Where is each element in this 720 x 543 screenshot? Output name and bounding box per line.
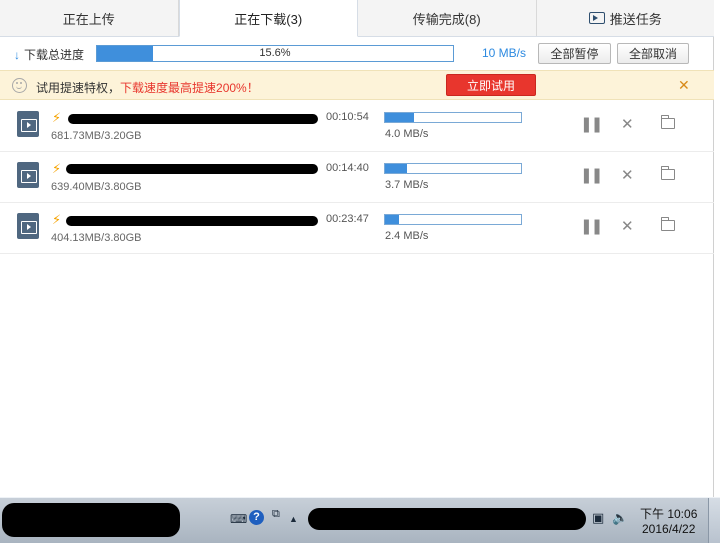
total-progress-text: 下载总进度 xyxy=(24,48,85,62)
tab-label: 传输完成(8) xyxy=(412,11,481,27)
item-progress-fill xyxy=(385,215,399,224)
folder-icon[interactable] xyxy=(660,166,675,180)
total-speed: 10 MB/s xyxy=(482,46,527,60)
item-progress-bar xyxy=(384,112,522,123)
folder-icon[interactable] xyxy=(660,115,675,129)
smiley-icon xyxy=(12,78,27,93)
item-progress-bar xyxy=(384,163,522,174)
cancel-all-button[interactable]: 全部取消 xyxy=(617,43,689,64)
promo-text: 试用提速特权，下载速度最高提速200%！ xyxy=(36,79,259,96)
tab-label: 正在下载(3) xyxy=(234,11,303,27)
item-speed: 2.4 MB/s xyxy=(385,230,429,242)
clock-date[interactable]: 2016/4/22 xyxy=(642,522,695,536)
file-name-redacted xyxy=(64,110,319,126)
download-arrow-icon: ↓ xyxy=(14,48,20,62)
network-sync-icon[interactable]: ⧉ xyxy=(272,508,280,521)
try-now-button[interactable]: 立即试用 xyxy=(446,74,536,96)
tab-bar: 正在上传 正在下载(3) 传输完成(8) 推送任务 xyxy=(0,0,714,37)
item-progress-fill xyxy=(385,113,414,122)
tab-uploading[interactable]: 正在上传 xyxy=(0,0,179,36)
show-hidden-icons-icon[interactable]: ▲ xyxy=(289,514,298,524)
lightning-icon: ⚡ xyxy=(52,161,62,176)
clock-time[interactable]: 下午 10:06 xyxy=(640,505,697,522)
volume-icon[interactable]: 🔈 xyxy=(612,510,628,526)
file-size-progress: 639.40MB/3.80GB xyxy=(51,181,142,193)
time-remaining: 00:10:54 xyxy=(326,111,369,123)
video-file-icon xyxy=(17,213,39,239)
time-remaining: 00:14:40 xyxy=(326,162,369,174)
tab-completed[interactable]: 传输完成(8) xyxy=(358,0,537,36)
tab-label: 正在上传 xyxy=(62,11,115,27)
delete-icon[interactable]: ✕ xyxy=(621,217,634,235)
windows-taskbar: ⌨ ? ⧉ ▲ ▣ 🔈 下午 10:06 2016/4/22 xyxy=(0,497,720,543)
time-remaining: 00:23:47 xyxy=(326,213,369,225)
total-progress-bar: 15.6% xyxy=(96,45,454,62)
total-progress-percent: 15.6% xyxy=(259,47,291,59)
network-icon[interactable]: ▣ xyxy=(592,510,604,526)
screen-play-icon xyxy=(588,12,605,24)
tab-downloading[interactable]: 正在下载(3) xyxy=(178,0,358,37)
video-file-icon xyxy=(17,162,39,188)
tab-label: 推送任务 xyxy=(609,11,662,27)
delete-icon[interactable]: ✕ xyxy=(621,166,634,184)
item-progress-bar xyxy=(384,214,522,225)
redaction-mark xyxy=(2,503,180,537)
item-speed: 4.0 MB/s xyxy=(385,128,429,140)
file-name-redacted xyxy=(64,161,319,177)
folder-icon[interactable] xyxy=(660,217,675,231)
keyboard-icon[interactable]: ⌨ xyxy=(230,512,247,526)
file-size-progress: 404.13MB/3.80GB xyxy=(51,232,142,244)
file-name-redacted xyxy=(64,212,319,228)
lightning-icon: ⚡ xyxy=(52,110,62,125)
redaction-mark xyxy=(68,114,318,124)
promo-text-plain: 试用提速特权， xyxy=(36,81,121,95)
redaction-mark xyxy=(308,508,586,530)
speedup-promo-bar: 试用提速特权，下载速度最高提速200%！ 立即试用 ✕ xyxy=(0,70,714,100)
pause-icon[interactable]: ❚❚ xyxy=(580,115,603,133)
item-speed: 3.7 MB/s xyxy=(385,179,429,191)
close-icon[interactable]: ✕ xyxy=(678,77,690,94)
help-icon[interactable]: ? xyxy=(249,510,264,525)
pause-all-button[interactable]: 全部暂停 xyxy=(538,43,611,64)
promo-text-highlight: 下载速度最高提速200%！ xyxy=(120,81,259,95)
download-row[interactable]: ⚡ 00:14:40 639.40MB/3.80GB 3.7 MB/s ❚❚ ✕ xyxy=(0,152,714,203)
lightning-icon: ⚡ xyxy=(52,212,62,227)
file-size-progress: 681.73MB/3.20GB xyxy=(51,130,142,142)
download-row[interactable]: ⚡ 00:23:47 404.13MB/3.80GB 2.4 MB/s ❚❚ ✕ xyxy=(0,203,714,254)
item-progress-fill xyxy=(385,164,407,173)
download-row[interactable]: ⚡ 00:10:54 681.73MB/3.20GB 4.0 MB/s ❚❚ ✕ xyxy=(0,101,714,152)
tab-push-tasks[interactable]: 推送任务 xyxy=(537,0,715,36)
video-file-icon xyxy=(17,111,39,137)
pause-icon[interactable]: ❚❚ xyxy=(580,217,603,235)
redaction-mark xyxy=(66,216,318,226)
redaction-mark xyxy=(66,164,318,174)
delete-icon[interactable]: ✕ xyxy=(621,115,634,133)
show-desktop-button[interactable] xyxy=(708,498,720,543)
total-progress-row: ↓ 下载总进度 15.6% 10 MB/s 全部暂停 全部取消 xyxy=(0,38,714,70)
download-manager-window: 正在上传 正在下载(3) 传输完成(8) 推送任务 ↓ 下载总进度 15.6% 1… xyxy=(0,0,714,497)
total-progress-label: ↓ 下载总进度 xyxy=(14,46,84,63)
pause-icon[interactable]: ❚❚ xyxy=(580,166,603,184)
